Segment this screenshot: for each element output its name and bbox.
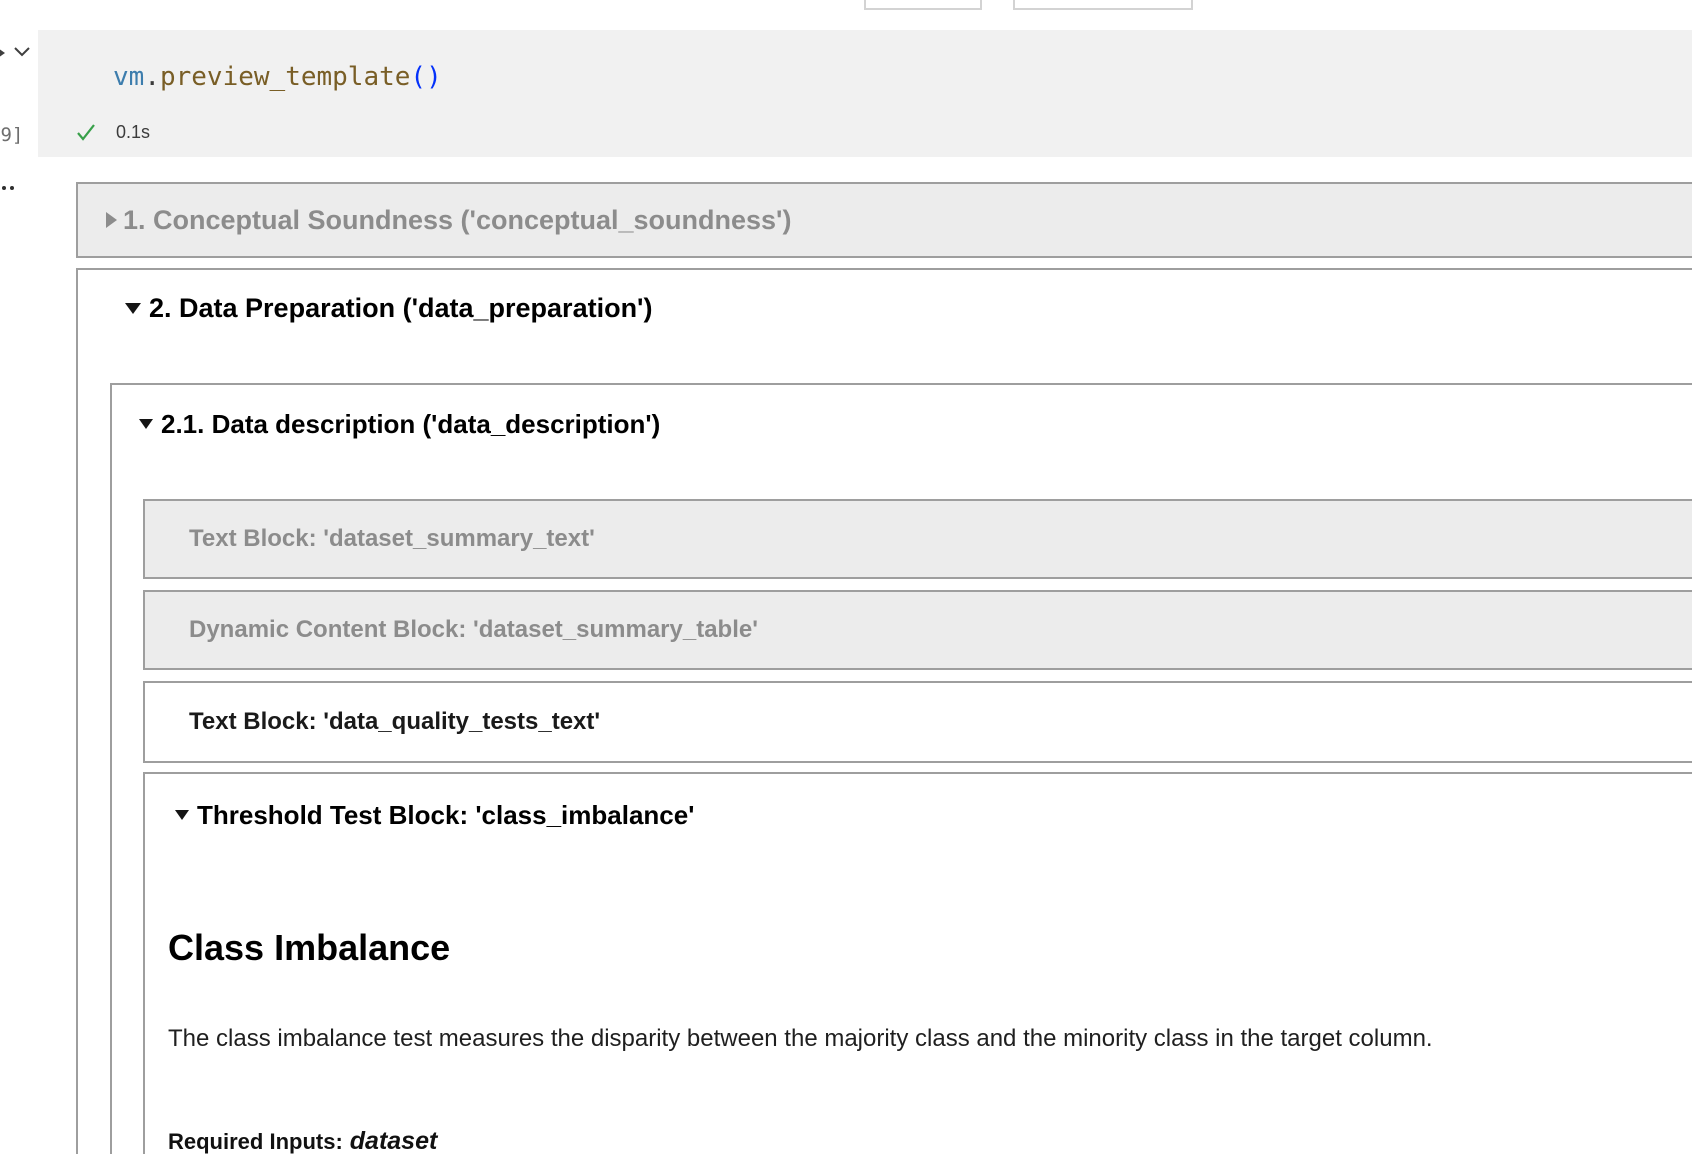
threshold-test-block-class-imbalance: Threshold Test Block: 'class_imbalance' … (143, 772, 1692, 1154)
block-label: Text Block: 'data_quality_tests_text' (189, 708, 600, 736)
block-label: Dynamic Content Block: 'dataset_summary_… (189, 616, 758, 644)
code-token-module: vm (113, 62, 144, 92)
triangle-down-icon[interactable] (139, 419, 153, 429)
chevron-down-icon[interactable] (12, 42, 32, 60)
triangle-down-icon[interactable] (175, 810, 189, 820)
test-title: Class Imbalance (168, 926, 450, 970)
execution-status-row: 0.1s (74, 120, 150, 144)
section-data-preparation-header[interactable]: 2. Data Preparation ('data_preparation') (125, 290, 1692, 326)
section-label: 2. Data Preparation ('data_preparation') (149, 290, 652, 326)
test-description: The class imbalance test measures the di… (168, 1024, 1433, 1054)
execution-count: [9] (0, 124, 23, 146)
run-cell-icon[interactable] (0, 46, 5, 60)
notebook-canvas: [9] vm.preview_template() 0.1s 1. Concep… (0, 0, 1692, 1154)
code-token-parens: () (410, 62, 441, 92)
section-label: 2.1. Data description ('data_description… (161, 407, 660, 441)
block-label: Text Block: 'dataset_summary_text' (189, 525, 595, 553)
required-inputs-row: Required Inputs: dataset (168, 1126, 437, 1154)
success-check-icon (74, 120, 98, 144)
block-label: Threshold Test Block: 'class_imbalance' (197, 798, 694, 832)
execution-time: 0.1s (116, 122, 150, 143)
section-label: 1. Conceptual Soundness ('conceptual_sou… (123, 205, 791, 236)
code-token-function: preview_template (160, 62, 410, 92)
threshold-test-header[interactable]: Threshold Test Block: 'class_imbalance' (175, 798, 1692, 832)
partial-button-left[interactable] (864, 0, 982, 10)
triangle-right-icon[interactable] (106, 212, 117, 228)
triangle-down-icon[interactable] (125, 303, 141, 314)
partial-button-right[interactable] (1013, 0, 1193, 10)
section-data-description-header[interactable]: 2.1. Data description ('data_description… (139, 407, 1692, 441)
required-inputs-label: Required Inputs: (168, 1129, 343, 1154)
drag-handle-dots-icon (2, 186, 14, 190)
dynamic-content-block-dataset-summary-table: Dynamic Content Block: 'dataset_summary_… (143, 590, 1692, 670)
code-cell[interactable]: vm.preview_template() 0.1s (38, 30, 1692, 157)
code-token-dot: . (144, 62, 160, 92)
text-block-data-quality-tests-text: Text Block: 'data_quality_tests_text' (143, 681, 1692, 763)
text-block-dataset-summary-text: Text Block: 'dataset_summary_text' (143, 499, 1692, 579)
code-line[interactable]: vm.preview_template() (113, 62, 442, 92)
required-inputs-value: dataset (350, 1127, 438, 1154)
section-conceptual-soundness-header[interactable]: 1. Conceptual Soundness ('conceptual_sou… (76, 182, 1692, 258)
